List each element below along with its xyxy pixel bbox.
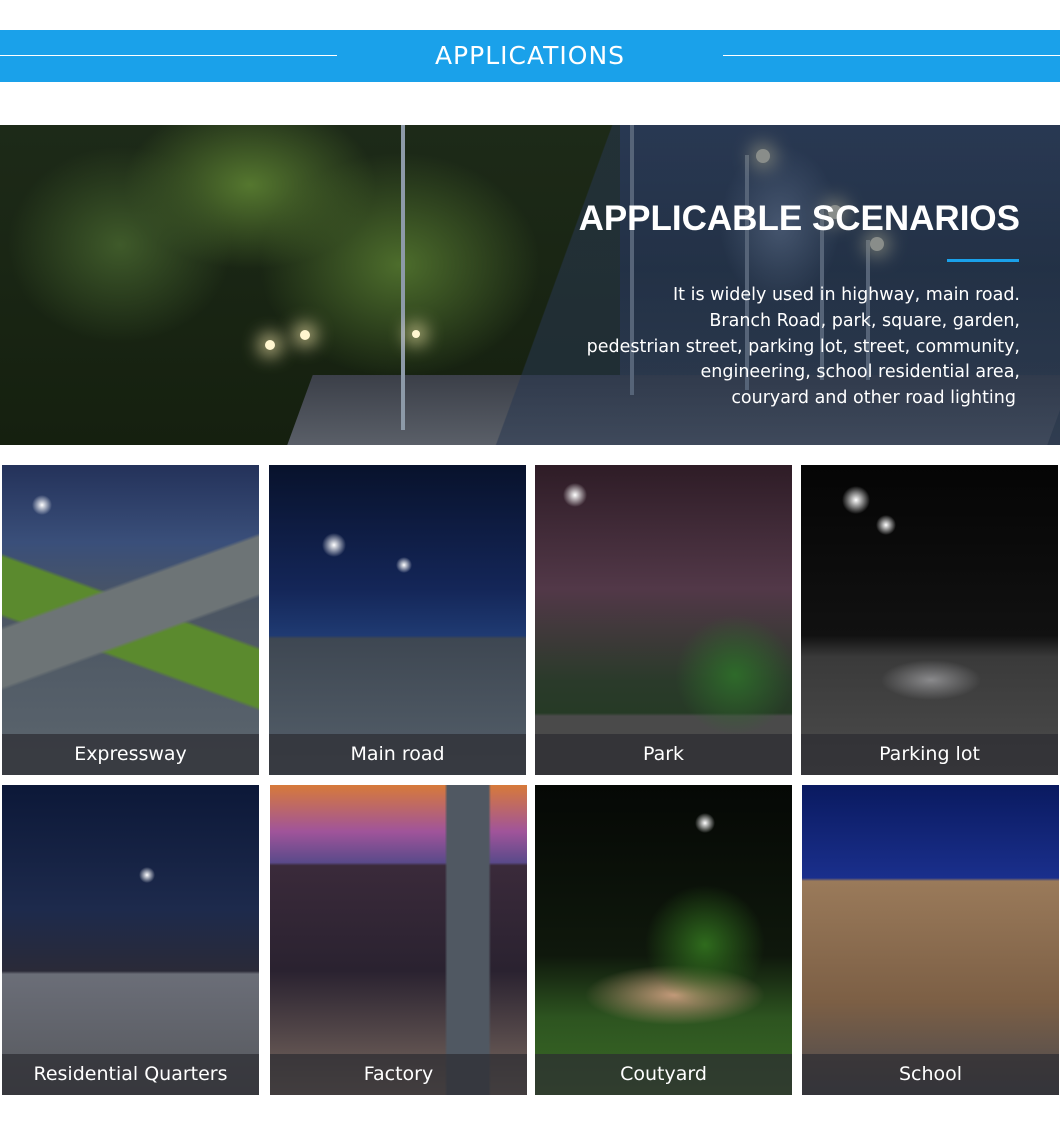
gallery-tile-label: Expressway [2, 734, 259, 775]
gallery-tile-label: Main road [269, 734, 526, 775]
gallery-tile-label: Parking lot [801, 734, 1058, 775]
gallery-tile-label: School [802, 1054, 1059, 1095]
hero-heading-underline [947, 259, 1019, 262]
header-divider-left [0, 55, 337, 56]
page-title: APPLICATIONS [434, 41, 626, 70]
gallery-tile-label: Park [535, 734, 792, 775]
gallery-tile-factory[interactable]: Factory [270, 785, 527, 1095]
gallery-tile-coutyard[interactable]: Coutyard [535, 785, 792, 1095]
hero-description-line: pedestrian street, parking lot, street, … [586, 336, 1020, 357]
header-divider-right [723, 55, 1060, 56]
gallery-tile-label: Residential Quarters [2, 1054, 259, 1095]
hero-description-line: It is widely used in highway, main road. [673, 285, 1020, 305]
gallery-tile-label: Coutyard [535, 1054, 792, 1095]
hero-heading: APPLICABLE SCENARIOS [578, 199, 1020, 238]
hero-image: APPLICABLE SCENARIOS It is widely used i… [0, 125, 1060, 445]
hero-description-line: Branch Road, park, square, garden, [709, 310, 1020, 331]
hero-description-line: couryard and other road lighting [731, 388, 1016, 409]
gallery-tile-school[interactable]: School [802, 785, 1059, 1095]
header-banner: APPLICATIONS [0, 30, 1060, 82]
gallery-tile-parking-lot[interactable]: Parking lot [801, 465, 1058, 775]
gallery-tile-residential-quarters[interactable]: Residential Quarters [2, 785, 259, 1095]
hero-description: It is widely used in highway, main road.… [500, 283, 1020, 412]
gallery-tile-park[interactable]: Park [535, 465, 792, 775]
hero-description-line: engineering, school residential area, [700, 362, 1021, 383]
gallery-tile-main-road[interactable]: Main road [269, 465, 526, 775]
gallery-tile-expressway[interactable]: Expressway [2, 465, 259, 775]
gallery-tile-label: Factory [270, 1054, 527, 1095]
